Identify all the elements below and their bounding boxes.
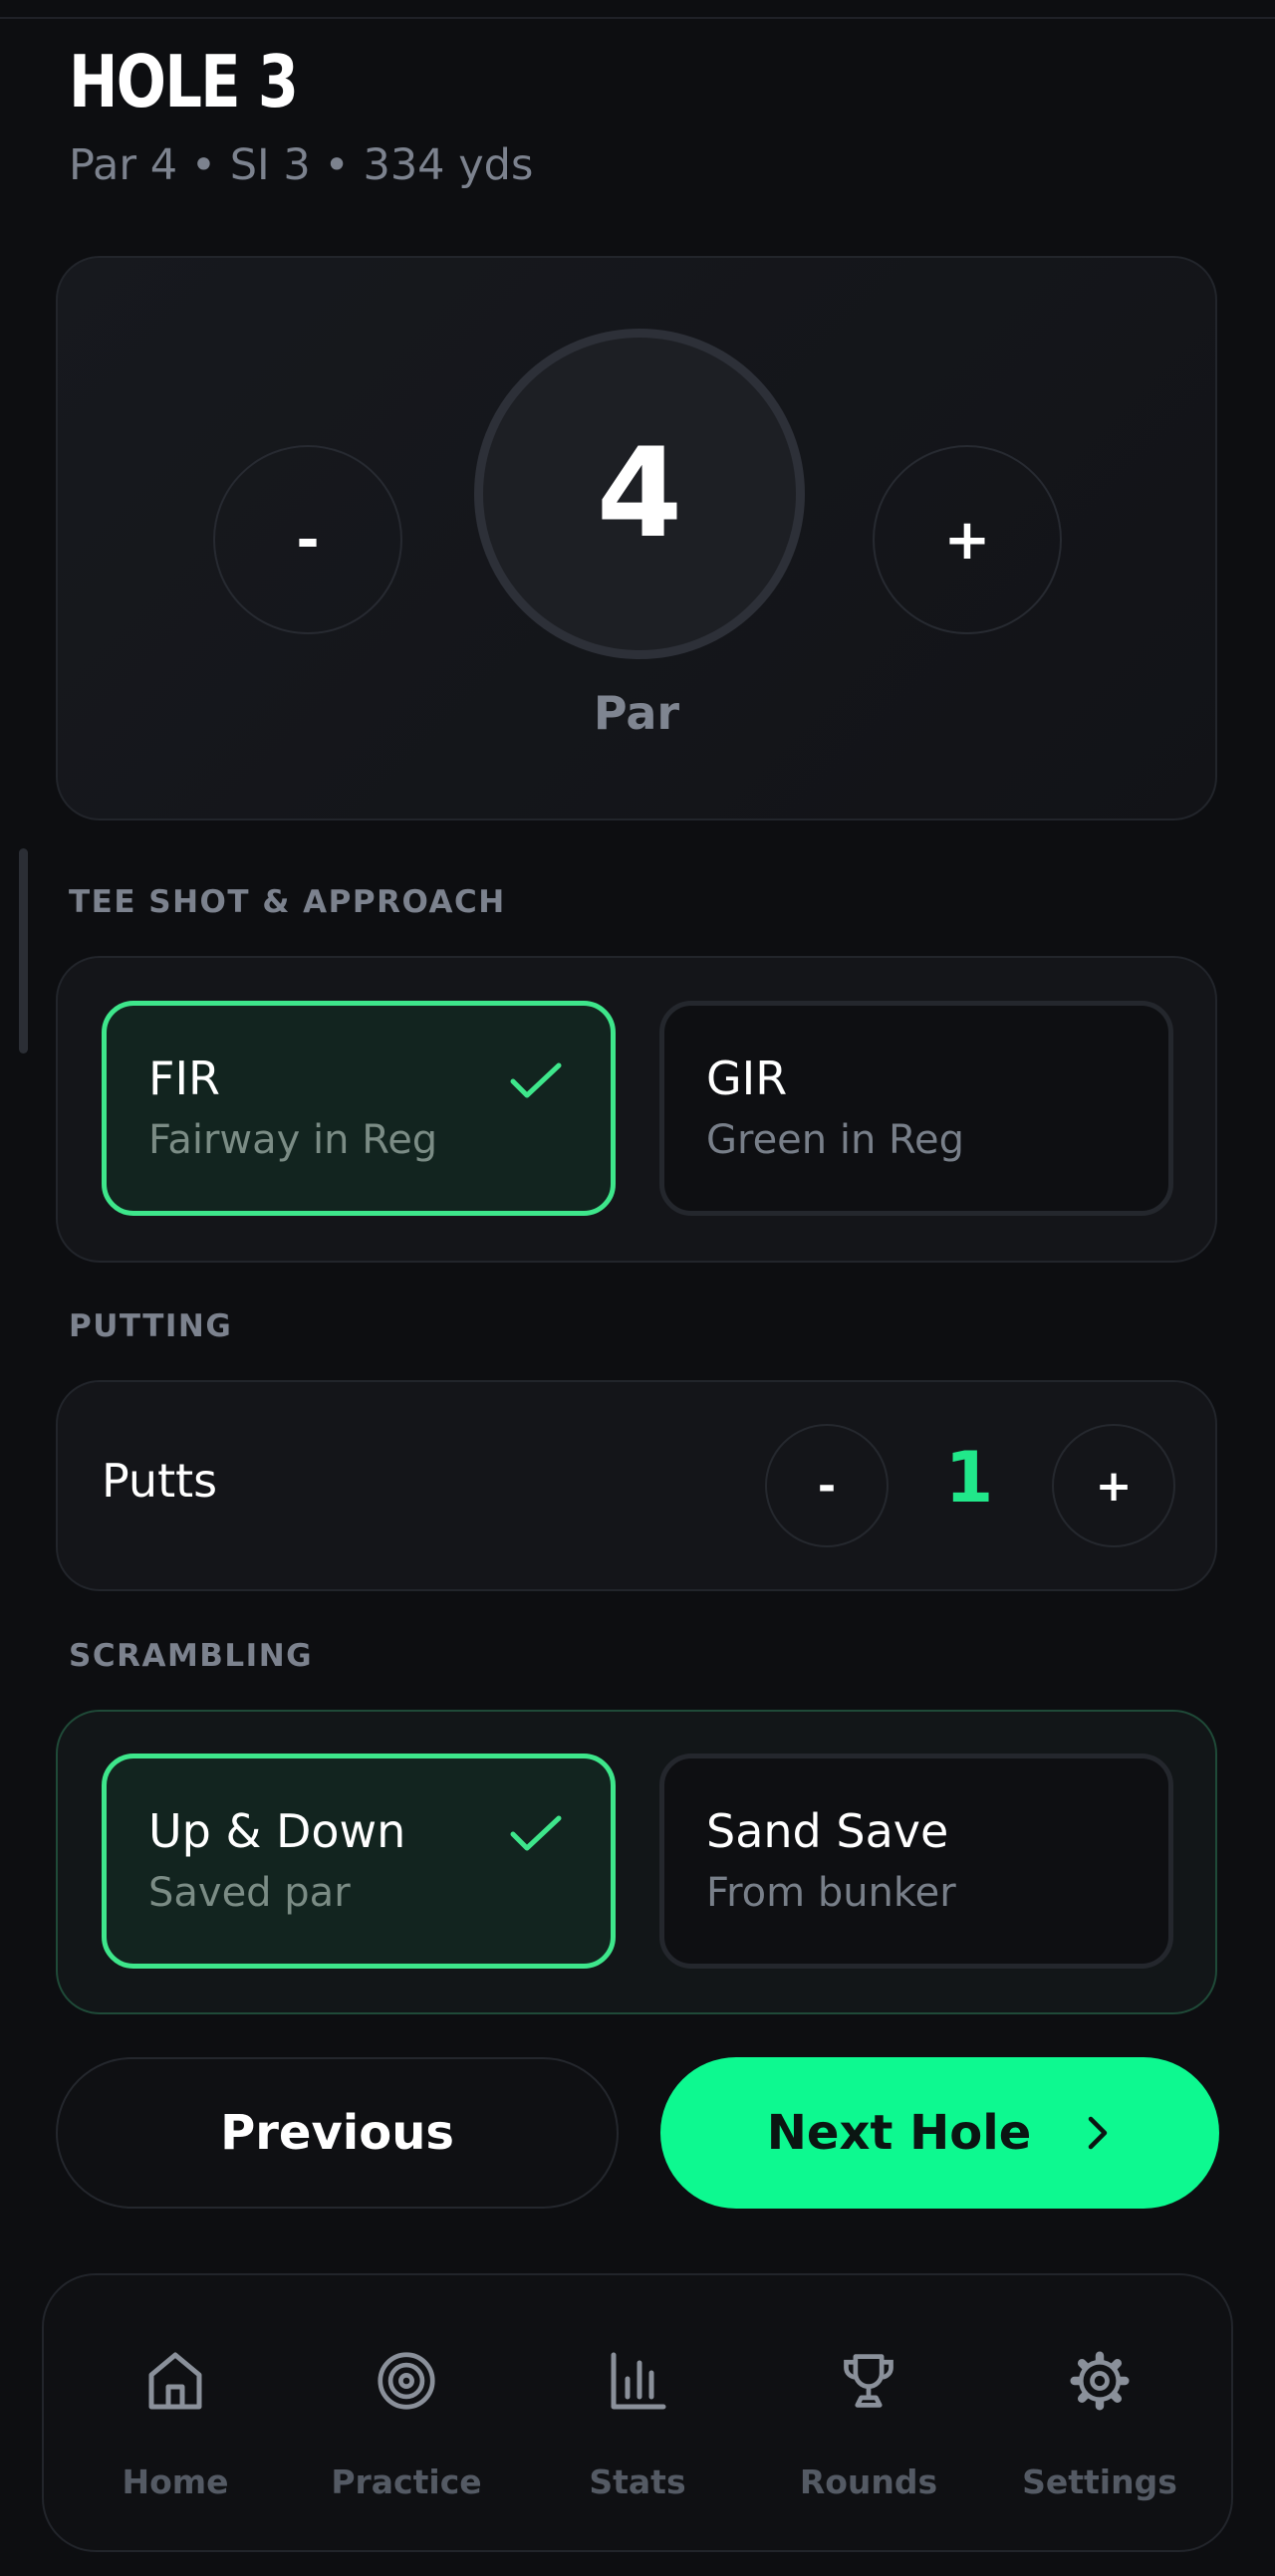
increase-putts-button[interactable]: + — [1052, 1424, 1175, 1547]
target-icon — [378, 2352, 435, 2410]
putts-label: Putts — [102, 1454, 218, 1508]
hole-title: HOLE 3 — [69, 40, 299, 123]
decrease-score-button[interactable]: - — [213, 445, 402, 634]
gir-subtitle: Green in Reg — [706, 1117, 965, 1163]
tab-home[interactable]: Home — [76, 2275, 275, 2554]
fir-subtitle: Fairway in Reg — [148, 1117, 438, 1163]
tab-practice[interactable]: Practice — [307, 2275, 506, 2554]
tab-settings-label: Settings — [1022, 2462, 1177, 2501]
tab-rounds-label: Rounds — [799, 2462, 938, 2501]
score-relative-label: Par — [593, 686, 680, 740]
tab-stats-label: Stats — [589, 2462, 686, 2501]
putting-panel: Putts - 1 + — [56, 1380, 1217, 1591]
putts-value: 1 — [944, 1437, 994, 1519]
previous-label: Previous — [220, 2105, 454, 2161]
fir-toggle[interactable]: FIR Fairway in Reg — [102, 1001, 616, 1216]
section-label-scrambling: SCRAMBLING — [69, 1638, 314, 1674]
score-card: - 4 + Par — [56, 256, 1217, 820]
scrambling-panel: Up & Down Saved par Sand Save From bunke… — [56, 1710, 1217, 2014]
increase-score-button[interactable]: + — [873, 445, 1062, 634]
sand-save-subtitle: From bunker — [706, 1870, 956, 1916]
tee-shot-panel: FIR Fairway in Reg GIR Green in Reg — [56, 956, 1217, 1263]
score-value: 4 — [596, 422, 683, 566]
bar-chart-icon — [611, 2352, 666, 2410]
trophy-icon — [844, 2354, 893, 2408]
gear-icon — [1070, 2351, 1130, 2411]
section-label-putting: PUTTING — [69, 1308, 233, 1344]
check-icon — [510, 1815, 562, 1851]
home-icon — [148, 2352, 202, 2410]
sand-save-toggle[interactable]: Sand Save From bunker — [659, 1754, 1173, 1969]
hole-details: Par 4 • SI 3 • 334 yds — [69, 140, 534, 190]
tab-settings[interactable]: Settings — [1000, 2275, 1199, 2554]
gir-toggle[interactable]: GIR Green in Reg — [659, 1001, 1173, 1216]
check-icon — [510, 1062, 562, 1098]
chevron-right-icon — [1089, 2116, 1108, 2150]
section-label-tee-shot: TEE SHOT & APPROACH — [69, 884, 506, 920]
bottom-tab-bar: Home Practice Stats Rounds Settings — [42, 2273, 1233, 2552]
previous-hole-button[interactable]: Previous — [56, 2057, 619, 2209]
scrollbar-thumb[interactable] — [19, 848, 28, 1054]
tab-stats[interactable]: Stats — [538, 2275, 737, 2554]
sand-save-title: Sand Save — [706, 1804, 949, 1858]
gir-title: GIR — [706, 1052, 788, 1105]
score-display: 4 — [474, 329, 805, 659]
next-label: Next Hole — [766, 2105, 1032, 2161]
tab-rounds[interactable]: Rounds — [769, 2275, 968, 2554]
decrease-putts-button[interactable]: - — [765, 1424, 889, 1547]
up-down-subtitle: Saved par — [148, 1870, 351, 1916]
tab-home-label: Home — [122, 2462, 229, 2501]
top-divider — [0, 17, 1275, 19]
up-down-toggle[interactable]: Up & Down Saved par — [102, 1754, 616, 1969]
tab-practice-label: Practice — [331, 2462, 482, 2501]
next-hole-button[interactable]: Next Hole — [660, 2057, 1219, 2209]
